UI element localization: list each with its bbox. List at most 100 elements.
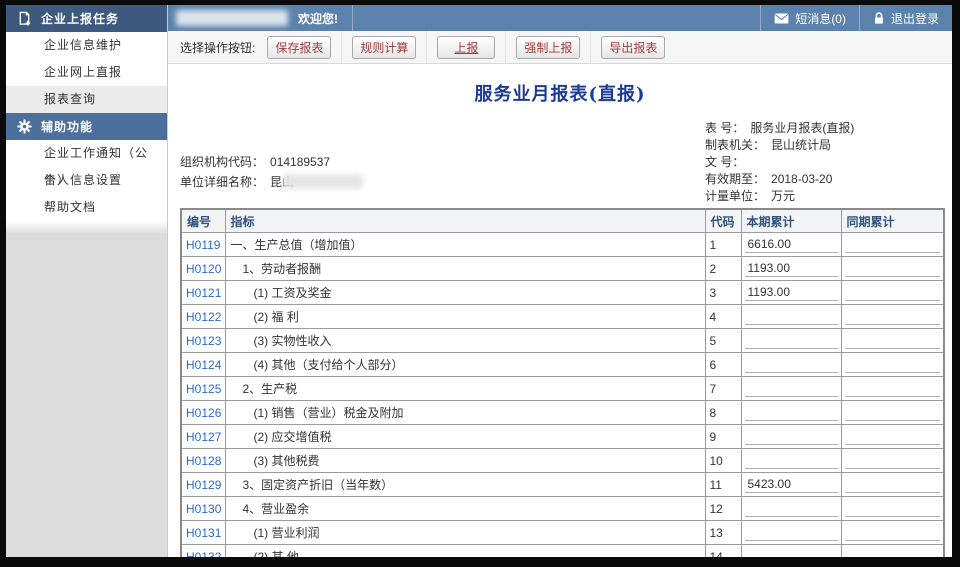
current-period-input[interactable] xyxy=(745,308,838,325)
code-cell: 14 xyxy=(705,545,741,558)
current-period-input[interactable] xyxy=(745,356,838,373)
toolbar-button[interactable]: 保存报表 xyxy=(267,36,331,59)
same-period-cell xyxy=(841,521,944,545)
current-period-input[interactable]: 1193.00 xyxy=(745,260,838,277)
sidebar-items-report-tasks: 企业信息维护企业网上直报报表查询 xyxy=(6,32,167,113)
current-period-input[interactable] xyxy=(745,332,838,349)
indicator-cell: (1) 工资及奖金 xyxy=(225,281,705,305)
sidebar-item[interactable]: 企业信息维护 xyxy=(6,32,167,59)
company-name-redacted xyxy=(283,174,363,189)
sidebar-item[interactable]: 报表查询 xyxy=(6,86,167,113)
same-period-input[interactable] xyxy=(845,548,941,558)
row-number-cell: H0131 xyxy=(181,521,225,545)
sidebar-item[interactable]: 企业网上直报 xyxy=(6,59,167,86)
code-cell: 8 xyxy=(705,401,741,425)
toolbar-button-cell: 保存报表 xyxy=(257,31,341,63)
current-period-input[interactable] xyxy=(745,452,838,469)
sidebar-item[interactable]: 个人信息设置 xyxy=(6,167,167,194)
same-period-cell xyxy=(841,401,944,425)
row-number-link[interactable]: H0131 xyxy=(186,526,221,540)
column-header: 本期累计 xyxy=(741,209,841,233)
row-number-link[interactable]: H0126 xyxy=(186,406,221,420)
current-period-input[interactable] xyxy=(745,524,838,541)
toolbar-buttons: 保存报表规则计算上报强制上报导出报表 xyxy=(257,31,675,63)
row-number-link[interactable]: H0125 xyxy=(186,382,221,396)
current-period-input[interactable] xyxy=(745,380,838,397)
toolbar-button[interactable]: 导出报表 xyxy=(601,36,665,59)
column-header: 代码 xyxy=(705,209,741,233)
same-period-input[interactable] xyxy=(845,308,941,325)
report-meta-line: 表 号：服务业月报表(直报) xyxy=(705,120,854,137)
indicator-cell: (1) 销售（营业）税金及附加 xyxy=(225,401,705,425)
same-period-input[interactable] xyxy=(845,380,941,397)
same-period-cell xyxy=(841,545,944,558)
table-row: H0127(2) 应交增值税9 xyxy=(181,425,944,449)
same-period-cell xyxy=(841,233,944,257)
toolbar-button[interactable]: 强制上报 xyxy=(516,36,580,59)
current-period-cell xyxy=(741,377,841,401)
row-number-link[interactable]: H0132 xyxy=(186,550,221,558)
row-number-cell: H0121 xyxy=(181,281,225,305)
report-meta-line: 有效期至：2018-03-20 xyxy=(705,171,854,188)
row-number-link[interactable]: H0119 xyxy=(186,238,220,252)
current-period-input[interactable] xyxy=(745,404,838,421)
indicator-cell: (1) 营业利润 xyxy=(225,521,705,545)
current-period-cell xyxy=(741,401,841,425)
current-period-input[interactable] xyxy=(745,548,838,558)
column-header: 编号 xyxy=(181,209,225,233)
current-period-input[interactable] xyxy=(745,500,838,517)
row-number-link[interactable]: H0128 xyxy=(186,454,221,468)
report-meta-label: 表 号： xyxy=(705,121,744,135)
row-number-link[interactable]: H0124 xyxy=(186,358,221,372)
company-name-label: 单位详细名称： xyxy=(180,175,264,189)
row-number-link[interactable]: H0123 xyxy=(186,334,221,348)
row-number-link[interactable]: H0120 xyxy=(186,262,221,276)
messages-button[interactable]: 短消息(0) xyxy=(760,5,859,31)
indicator-cell: (3) 其他税费 xyxy=(225,449,705,473)
row-number-link[interactable]: H0129 xyxy=(186,478,221,492)
sidebar-item[interactable]: 帮助文档 xyxy=(6,194,167,221)
current-period-cell: 6616.00 xyxy=(741,233,841,257)
same-period-input[interactable] xyxy=(845,428,941,445)
sidebar-section-report-tasks[interactable]: 企业上报任务 xyxy=(6,5,167,32)
row-number-link[interactable]: H0127 xyxy=(186,430,221,444)
same-period-input[interactable] xyxy=(845,356,941,373)
same-period-input[interactable] xyxy=(845,452,941,469)
same-period-input[interactable] xyxy=(845,524,941,541)
same-period-input[interactable] xyxy=(845,500,941,517)
current-period-input[interactable]: 6616.00 xyxy=(745,236,838,253)
same-period-cell xyxy=(841,473,944,497)
report-meta-line: 计量单位：万元 xyxy=(705,188,854,205)
report-meta-value: 昆山统计局 xyxy=(771,138,831,152)
logout-button[interactable]: 退出登录 xyxy=(859,5,952,31)
same-period-input[interactable] xyxy=(845,236,941,253)
same-period-input[interactable] xyxy=(845,404,941,421)
table-row: H0119一、生产总值（增加值）16616.00 xyxy=(181,233,944,257)
current-period-cell: 1193.00 xyxy=(741,281,841,305)
row-number-link[interactable]: H0122 xyxy=(186,310,221,324)
column-header: 同期累计 xyxy=(841,209,944,233)
current-period-input[interactable]: 5423.00 xyxy=(745,476,838,493)
row-number-cell: H0120 xyxy=(181,257,225,281)
toolbar-button[interactable]: 上报 xyxy=(437,36,495,59)
same-period-input[interactable] xyxy=(845,260,941,277)
sidebar-fade xyxy=(6,221,167,235)
indicator-cell: (2) 福 利 xyxy=(225,305,705,329)
sidebar-item[interactable]: 企业工作通知（公告） xyxy=(6,140,167,167)
row-number-cell: H0123 xyxy=(181,329,225,353)
same-period-input[interactable] xyxy=(845,332,941,349)
same-period-cell xyxy=(841,281,944,305)
current-period-input[interactable]: 1193.00 xyxy=(745,284,838,301)
code-cell: 3 xyxy=(705,281,741,305)
row-number-link[interactable]: H0121 xyxy=(186,286,221,300)
same-period-input[interactable] xyxy=(845,284,941,301)
toolbar-button[interactable]: 规则计算 xyxy=(352,36,416,59)
app-window: 企业上报任务 企业信息维护企业网上直报报表查询 xyxy=(6,5,952,557)
gear-icon xyxy=(17,119,32,134)
same-period-input[interactable] xyxy=(845,476,941,493)
code-cell: 4 xyxy=(705,305,741,329)
table-row: H01304、营业盈余12 xyxy=(181,497,944,521)
current-period-input[interactable] xyxy=(745,428,838,445)
sidebar-section-aux-functions[interactable]: 辅助功能 xyxy=(6,113,167,140)
row-number-link[interactable]: H0130 xyxy=(186,502,221,516)
